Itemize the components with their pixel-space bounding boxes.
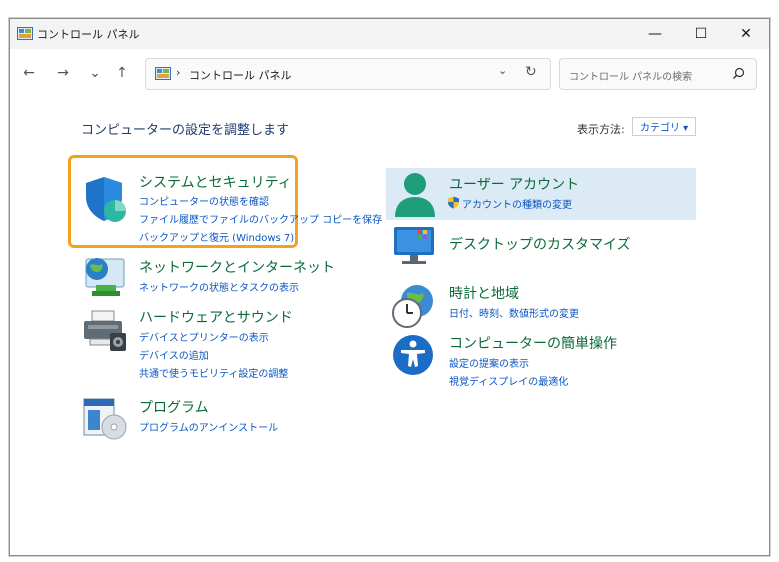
title-bar: コントロール パネル — ☐ ✕ <box>10 19 769 49</box>
link-devices-printers[interactable]: デバイスとプリンターの表示 <box>139 329 269 344</box>
link-uninstall-program[interactable]: プログラムのアンインストール <box>139 419 278 434</box>
clock-globe-icon[interactable] <box>391 283 437 329</box>
category-desktop-customization[interactable]: デスクトップのカスタマイズ <box>449 234 631 254</box>
close-button[interactable]: ✕ <box>723 19 769 49</box>
address-dropdown-button[interactable]: ⌄ <box>498 64 507 77</box>
breadcrumb-separator[interactable]: › <box>176 66 180 79</box>
control-panel-icon <box>155 67 171 80</box>
link-change-account-type[interactable]: アカウントの種類の変更 <box>462 196 572 211</box>
back-button[interactable]: ← <box>18 62 40 84</box>
link-suggested-settings[interactable]: 設定の提案の表示 <box>449 355 529 370</box>
page-title: コンピューターの設定を調整します <box>81 123 290 138</box>
link-optimize-visual-display[interactable]: 視覚ディスプレイの最適化 <box>449 373 568 388</box>
forward-button[interactable]: → <box>52 62 74 84</box>
category-system-security[interactable]: システムとセキュリティ <box>139 172 292 192</box>
printer-icon[interactable] <box>82 309 130 353</box>
link-change-date-time-format[interactable]: 日付、時刻、数値形式の変更 <box>449 305 579 320</box>
window-title: コントロール パネル <box>37 28 140 41</box>
network-globe-icon[interactable] <box>82 255 130 301</box>
category-hardware-sound[interactable]: ハードウェアとサウンド <box>139 307 293 327</box>
category-user-accounts[interactable]: ユーザー アカウント <box>449 174 579 194</box>
control-panel-window: コントロール パネル — ☐ ✕ ← → ⌄ ↑ › コントロール パネル ⌄ … <box>9 18 770 556</box>
control-panel-icon <box>17 27 33 40</box>
view-by-label: 表示方法: <box>577 123 625 136</box>
minimize-button[interactable]: — <box>632 19 678 49</box>
breadcrumb[interactable]: コントロール パネル <box>189 67 292 83</box>
address-bar[interactable]: › コントロール パネル ⌄ ↻ <box>145 58 551 90</box>
shield-icon[interactable] <box>82 175 130 225</box>
desktop-monitor-icon[interactable] <box>392 225 438 267</box>
refresh-button[interactable]: ↻ <box>525 64 537 80</box>
link-mobility-settings[interactable]: 共通で使うモビリティ設定の調整 <box>139 365 288 380</box>
search-icon[interactable] <box>732 67 745 80</box>
up-button[interactable]: ↑ <box>111 62 133 84</box>
recent-locations-button[interactable]: ⌄ <box>84 62 106 84</box>
search-box[interactable]: コントロール パネルの検索 <box>559 58 757 90</box>
category-network-internet[interactable]: ネットワークとインターネット <box>139 257 335 277</box>
search-input[interactable]: コントロール パネルの検索 <box>569 68 692 83</box>
category-clock-region[interactable]: 時計と地域 <box>449 283 519 303</box>
navigation-bar: ← → ⌄ ↑ › コントロール パネル ⌄ ↻ コントロール パネルの検索 <box>10 49 769 97</box>
link-check-computer-status[interactable]: コンピューターの状態を確認 <box>139 193 269 208</box>
accessibility-icon[interactable] <box>391 333 435 377</box>
link-add-device[interactable]: デバイスの追加 <box>139 347 209 362</box>
maximize-button[interactable]: ☐ <box>678 19 724 49</box>
user-account-icon[interactable] <box>392 171 438 219</box>
link-network-status[interactable]: ネットワークの状態とタスクの表示 <box>139 279 299 294</box>
uac-shield-icon <box>448 196 459 209</box>
link-backup-restore[interactable]: バックアップと復元 (Windows 7) <box>139 229 294 244</box>
programs-disc-icon[interactable] <box>82 397 130 441</box>
content-area: コンピューターの設定を調整します 表示方法: カテゴリ ▾ システムとセキュリテ… <box>10 97 769 555</box>
view-by-dropdown[interactable]: カテゴリ ▾ <box>632 117 696 136</box>
category-ease-of-access[interactable]: コンピューターの簡単操作 <box>449 333 617 353</box>
link-file-history-backup[interactable]: ファイル履歴でファイルのバックアップ コピーを保存 <box>139 211 382 226</box>
category-programs[interactable]: プログラム <box>139 397 209 417</box>
